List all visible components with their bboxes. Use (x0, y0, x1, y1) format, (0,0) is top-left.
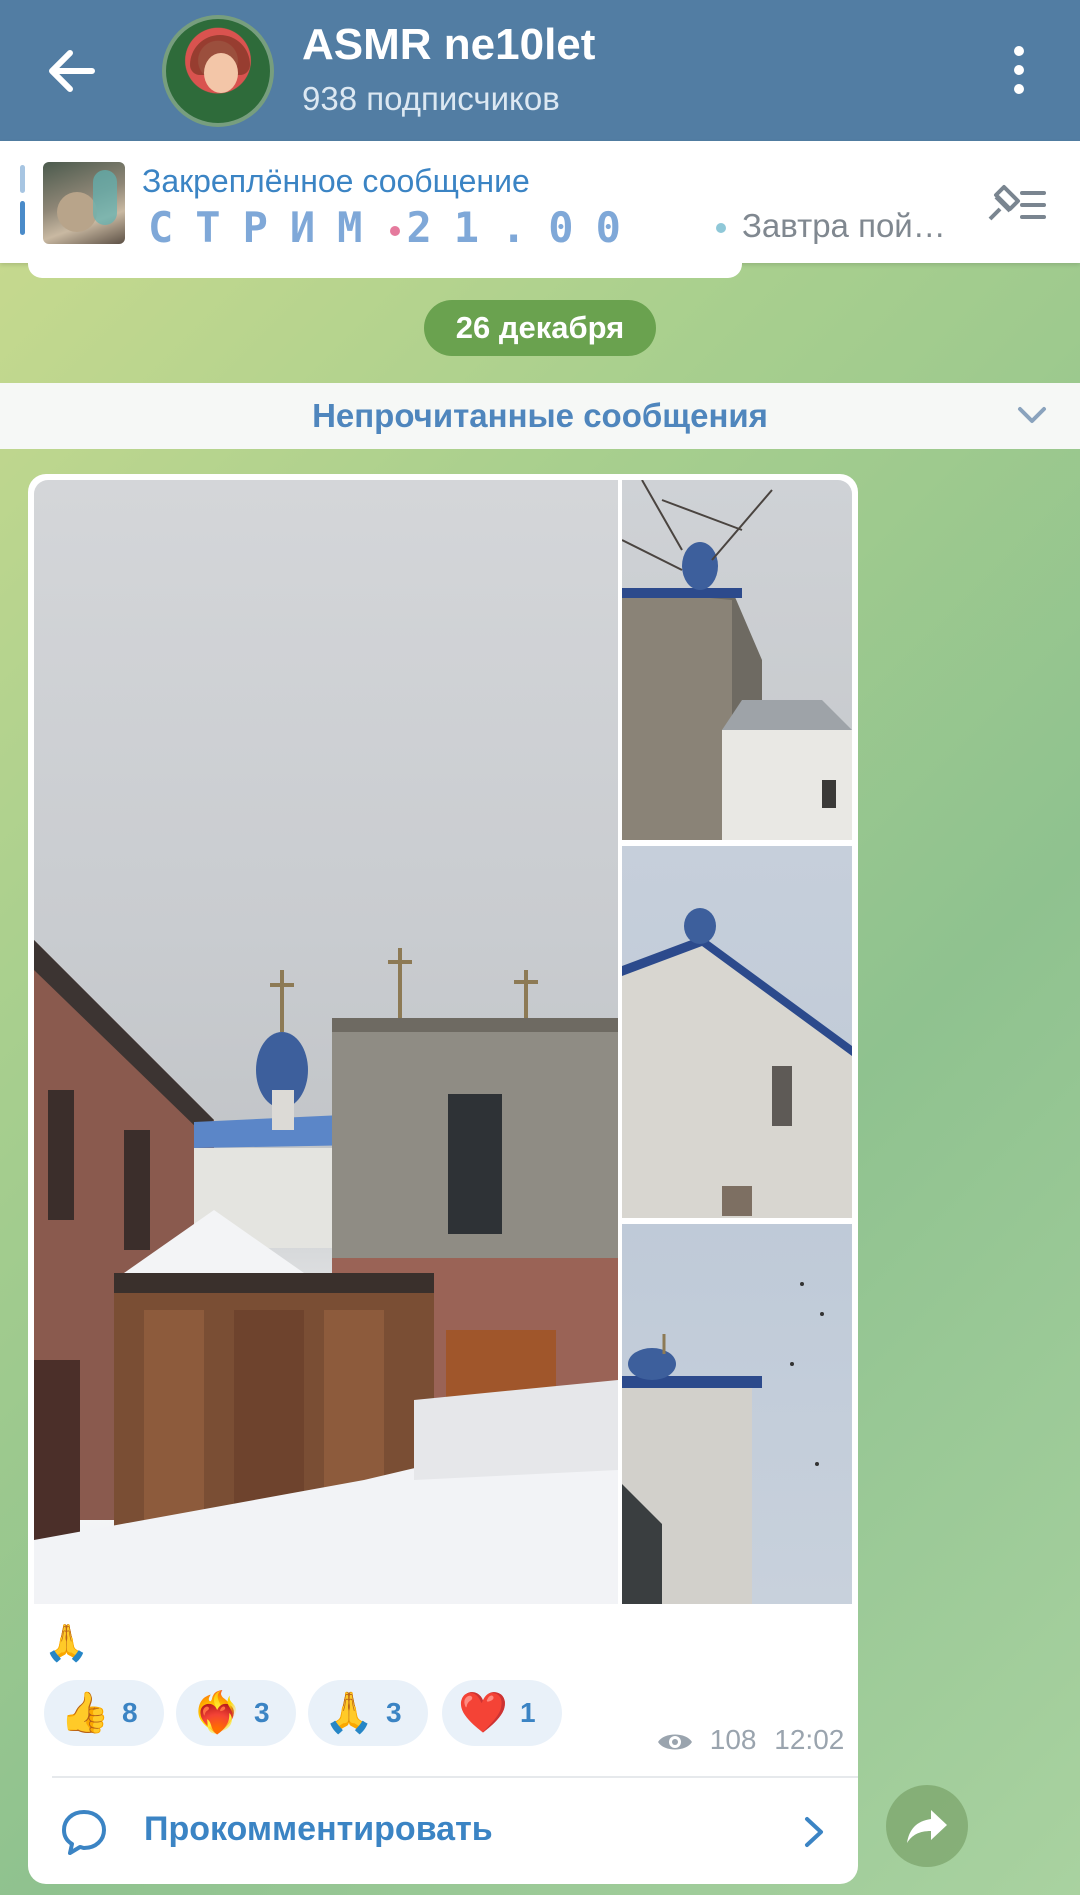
comment-button[interactable]: Прокомментировать (144, 1810, 493, 1849)
reaction-thumbs-up[interactable]: 👍 8 (44, 1680, 164, 1746)
pinned-text: СТРИМ 21.00 (148, 203, 643, 252)
unread-label: Непрочитанные сообщения (312, 397, 768, 434)
pinned-indicator (20, 165, 25, 193)
chevron-right-icon[interactable] (802, 1814, 826, 1850)
post-photo-3[interactable] (622, 846, 852, 1218)
reaction-count: 1 (520, 1697, 536, 1728)
chat-header: ASMR ne10let 938 подписчиков (0, 0, 1080, 141)
pinned-thumbnail (43, 162, 125, 244)
pinned-message-bar[interactable]: Закреплённое сообщение СТРИМ 21.00 Завтра… (0, 141, 1080, 263)
pinned-label: Закреплённое сообщение (142, 163, 530, 199)
back-arrow-icon[interactable] (40, 40, 102, 102)
pinned-list-icon[interactable] (982, 179, 1048, 227)
unread-messages-divider: Непрочитанные сообщения (0, 383, 1080, 449)
more-options-icon[interactable] (1002, 45, 1036, 95)
pinned-indicator-active (20, 201, 25, 235)
channel-post: 🙏 👍 8 ❤️‍🔥 3 🙏 3 ❤️ 1 108 12:02 Прокомме… (28, 474, 858, 1884)
reaction-count: 3 (254, 1697, 270, 1728)
channel-avatar[interactable] (162, 15, 274, 127)
reaction-count: 3 (386, 1697, 402, 1728)
previous-message-edge (28, 262, 742, 278)
subscriber-count: 938 подписчиков (302, 80, 560, 117)
reaction-red-heart[interactable]: ❤️ 1 (442, 1680, 562, 1746)
red-heart-icon: ❤️ (458, 1691, 508, 1735)
pinned-text-tail: Завтра пой… (716, 207, 946, 245)
reaction-heart-on-fire[interactable]: ❤️‍🔥 3 (176, 1680, 296, 1746)
date-separator: 26 декабря (424, 300, 656, 356)
post-photo-2[interactable] (622, 480, 852, 840)
chevron-down-icon[interactable] (1016, 403, 1048, 427)
post-meta: 108 12:02 (656, 1724, 844, 1756)
folded-hands-icon: 🙏 (324, 1691, 374, 1735)
comment-bubble-icon[interactable] (58, 1806, 110, 1858)
eye-icon (658, 1734, 692, 1750)
reaction-folded-hands[interactable]: 🙏 3 (308, 1680, 428, 1746)
channel-title[interactable]: ASMR ne10let (302, 20, 595, 70)
post-photo-1[interactable] (34, 480, 618, 1604)
heart-on-fire-icon: ❤️‍🔥 (192, 1691, 242, 1735)
thumbs-up-icon: 👍 (60, 1691, 110, 1735)
reaction-count: 8 (122, 1697, 138, 1728)
post-photo-4[interactable] (622, 1224, 852, 1604)
divider (52, 1776, 858, 1778)
share-arrow-icon (907, 1810, 947, 1843)
post-time: 12:02 (774, 1724, 845, 1755)
view-count: 108 (709, 1724, 757, 1755)
post-caption: 🙏 (44, 1622, 89, 1663)
share-button[interactable] (886, 1785, 968, 1867)
